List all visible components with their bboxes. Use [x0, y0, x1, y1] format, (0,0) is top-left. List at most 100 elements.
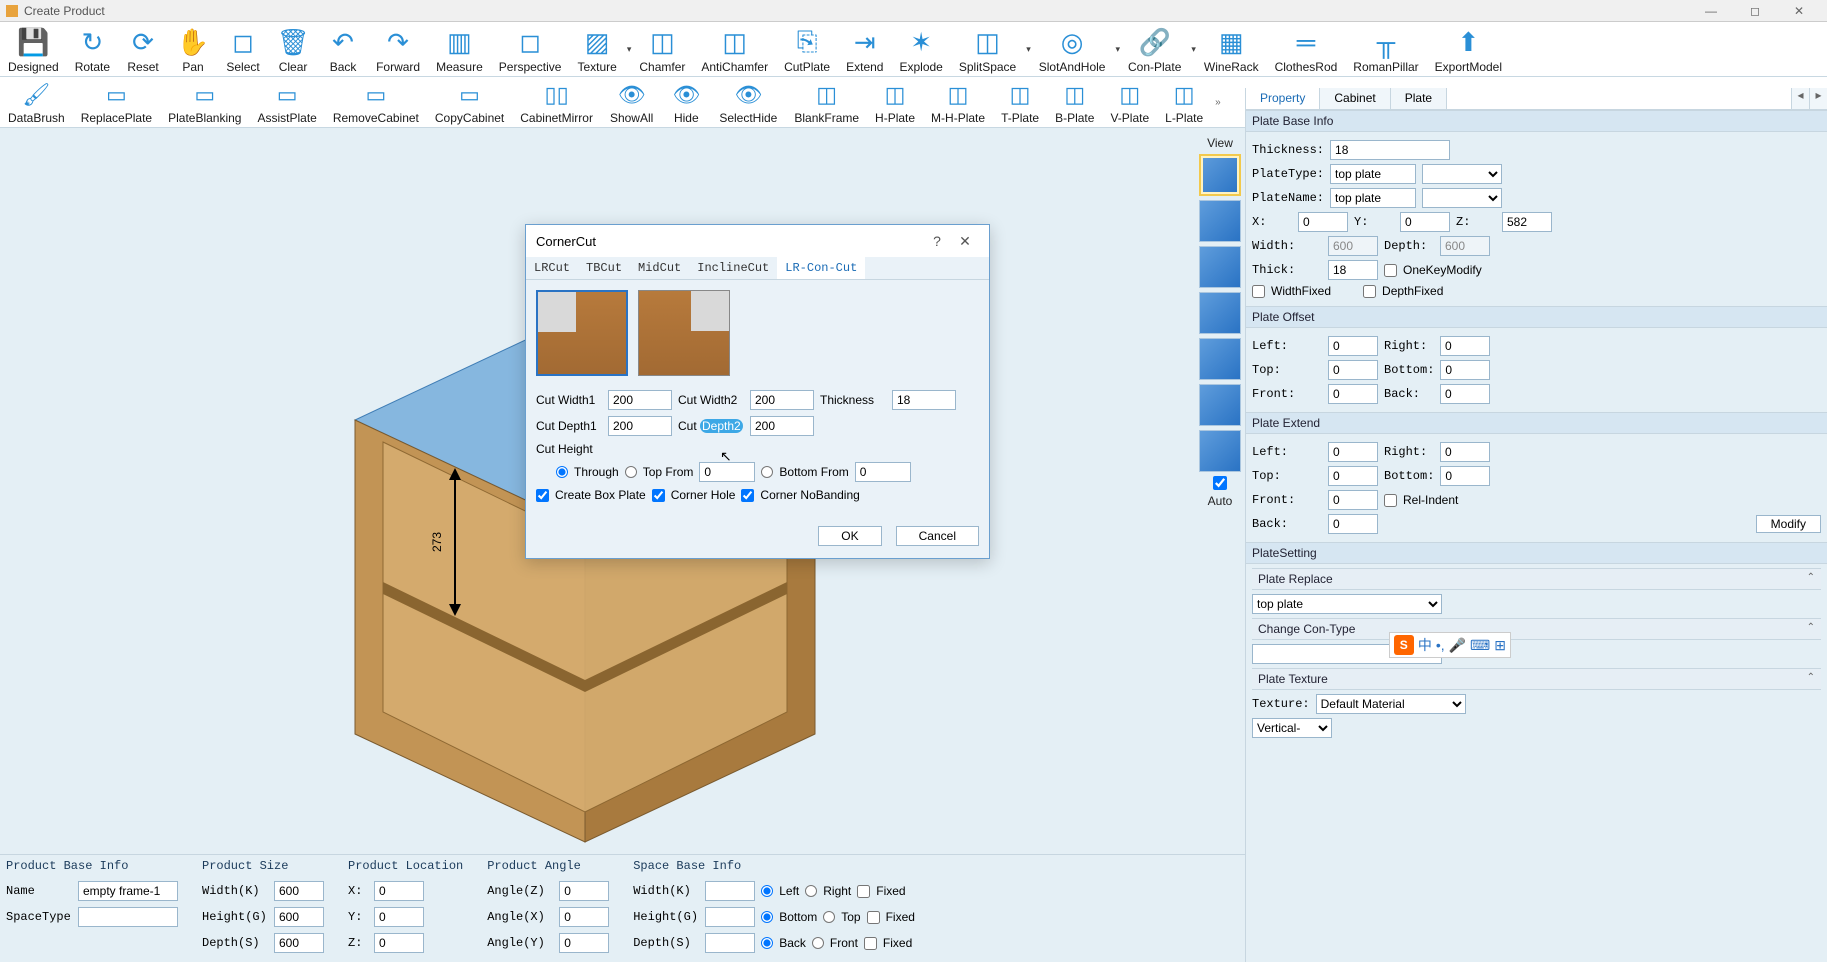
- dlg-tab-lrcut[interactable]: LRCut: [526, 257, 578, 279]
- angle-x[interactable]: [559, 907, 609, 927]
- ime-grid-icon[interactable]: ⊞: [1494, 637, 1506, 654]
- space-height[interactable]: [705, 907, 755, 927]
- plate-texture-header[interactable]: Plate Texture⌃: [1252, 668, 1821, 690]
- offset-bottom[interactable]: [1440, 360, 1490, 380]
- ribbon2-v-plate[interactable]: ◫V-Plate: [1102, 77, 1157, 127]
- y-input[interactable]: [1400, 212, 1450, 232]
- ribbon-texture[interactable]: ▨Texture: [569, 22, 624, 76]
- cut-width2-input[interactable]: [750, 390, 814, 410]
- bottomfrom-radio[interactable]: [761, 466, 773, 478]
- offset-top[interactable]: [1328, 360, 1378, 380]
- cornerhole-checkbox[interactable]: [652, 489, 665, 502]
- ime-punct[interactable]: •,: [1436, 637, 1445, 653]
- ribbon-winerack[interactable]: ▦WineRack: [1196, 22, 1267, 76]
- ribbon-romanpillar[interactable]: ╥RomanPillar: [1345, 22, 1426, 76]
- sogou-icon[interactable]: S: [1394, 635, 1414, 655]
- ribbon-rotate[interactable]: ↻Rotate: [67, 22, 118, 76]
- extend-front[interactable]: [1328, 490, 1378, 510]
- platename-input[interactable]: [1330, 188, 1416, 208]
- ribbon-back[interactable]: ↶Back: [318, 22, 368, 76]
- offset-front[interactable]: [1328, 384, 1378, 404]
- tab-next[interactable]: ▸: [1809, 88, 1827, 109]
- cut-depth2-input[interactable]: [750, 416, 814, 436]
- ribbon-reset[interactable]: ⟳Reset: [118, 22, 168, 76]
- space-top-radio[interactable]: [823, 911, 835, 923]
- extend-bottom[interactable]: [1440, 466, 1490, 486]
- ribbon2-replaceplate[interactable]: ▭ReplacePlate: [73, 77, 160, 127]
- ribbon2-blankframe[interactable]: ◫BlankFrame: [786, 77, 867, 127]
- ribbon-splitspace[interactable]: ◫SplitSpace: [951, 22, 1024, 76]
- space-w-fixed[interactable]: [857, 885, 870, 898]
- con-type-header[interactable]: Change Con-Type⌃: [1252, 618, 1821, 640]
- cut-shape-left[interactable]: [536, 290, 628, 376]
- loc-z[interactable]: [374, 933, 424, 953]
- view-bottom[interactable]: [1199, 430, 1241, 472]
- close-button[interactable]: ✕: [1777, 0, 1821, 22]
- space-right-radio[interactable]: [805, 885, 817, 897]
- ribbon-measure[interactable]: ▥Measure: [428, 22, 491, 76]
- dlg-tab-tbcut[interactable]: TBCut: [578, 257, 630, 279]
- texture-select[interactable]: Default Material: [1316, 694, 1466, 714]
- view-back[interactable]: [1199, 384, 1241, 426]
- ribbon2-cabinetmirror[interactable]: ▯▯CabinetMirror: [512, 77, 601, 127]
- platename-select[interactable]: [1422, 188, 1502, 208]
- angle-y[interactable]: [559, 933, 609, 953]
- bottomfrom-input[interactable]: [855, 462, 911, 482]
- view-top[interactable]: [1199, 338, 1241, 380]
- ribbon-chamfer[interactable]: ◫Chamfer: [631, 22, 693, 76]
- widthfixed-checkbox[interactable]: [1252, 285, 1265, 298]
- ribbon2-b-plate[interactable]: ◫B-Plate: [1047, 77, 1102, 127]
- maximize-button[interactable]: ◻: [1733, 0, 1777, 22]
- ribbon-designed[interactable]: 💾Designed: [0, 22, 67, 76]
- space-width[interactable]: [705, 881, 755, 901]
- plate-replace-header[interactable]: Plate Replace⌃: [1252, 568, 1821, 590]
- ribbon-explode[interactable]: ✶Explode: [891, 22, 950, 76]
- platetype-input[interactable]: [1330, 164, 1416, 184]
- space-bottom-radio[interactable]: [761, 911, 773, 923]
- ime-kbd-icon[interactable]: ⌨: [1470, 637, 1490, 654]
- tab-plate[interactable]: Plate: [1391, 88, 1447, 109]
- view-iso[interactable]: [1199, 154, 1241, 196]
- dialog-help-button[interactable]: ?: [923, 233, 951, 249]
- space-front-radio[interactable]: [812, 937, 824, 949]
- extend-top[interactable]: [1328, 466, 1378, 486]
- ribbon-overflow[interactable]: »: [1211, 97, 1225, 108]
- ribbon2-selecthide[interactable]: 👁SelectHide: [711, 77, 785, 127]
- offset-back[interactable]: [1440, 384, 1490, 404]
- ribbon-forward[interactable]: ↷Forward: [368, 22, 428, 76]
- ime-toolbar[interactable]: S 中 •, 🎤 ⌨ ⊞: [1389, 632, 1511, 658]
- cancel-button[interactable]: Cancel: [896, 526, 979, 546]
- ribbon-cutplate[interactable]: ⎘CutPlate: [776, 22, 838, 76]
- extend-left[interactable]: [1328, 442, 1378, 462]
- relindent-checkbox[interactable]: [1384, 494, 1397, 507]
- ribbon-select[interactable]: ◻Select: [218, 22, 268, 76]
- size-depth[interactable]: [274, 933, 324, 953]
- cut-shape-right[interactable]: [638, 290, 730, 376]
- extend-back[interactable]: [1328, 514, 1378, 534]
- cut-depth1-input[interactable]: [608, 416, 672, 436]
- depthfixed-checkbox[interactable]: [1363, 285, 1376, 298]
- tab-property[interactable]: Property: [1246, 88, 1320, 109]
- createbox-checkbox[interactable]: [536, 489, 549, 502]
- ime-mic-icon[interactable]: 🎤: [1449, 637, 1466, 654]
- offset-left[interactable]: [1328, 336, 1378, 356]
- angle-z[interactable]: [559, 881, 609, 901]
- ribbon2-showall[interactable]: 👁ShowAll: [602, 77, 661, 127]
- ribbon2-l-plate[interactable]: ◫L-Plate: [1157, 77, 1211, 127]
- tab-cabinet[interactable]: Cabinet: [1320, 88, 1390, 109]
- offset-right[interactable]: [1440, 336, 1490, 356]
- cut-thickness-input[interactable]: [892, 390, 956, 410]
- loc-y[interactable]: [374, 907, 424, 927]
- space-d-fixed[interactable]: [864, 937, 877, 950]
- view-right[interactable]: [1199, 292, 1241, 334]
- ribbon-pan[interactable]: ✋Pan: [168, 22, 218, 76]
- onekey-checkbox[interactable]: [1384, 264, 1397, 277]
- x-input[interactable]: [1298, 212, 1348, 232]
- ribbon2-hide[interactable]: 👁Hide: [661, 77, 711, 127]
- ribbon2-databrush[interactable]: 🖌DataBrush: [0, 77, 73, 127]
- size-height[interactable]: [274, 907, 324, 927]
- platetype-select[interactable]: [1422, 164, 1502, 184]
- thick-input[interactable]: [1328, 260, 1378, 280]
- ribbon2-m-h-plate[interactable]: ◫M-H-Plate: [923, 77, 993, 127]
- ribbon-antichamfer[interactable]: ◫AntiChamfer: [693, 22, 776, 76]
